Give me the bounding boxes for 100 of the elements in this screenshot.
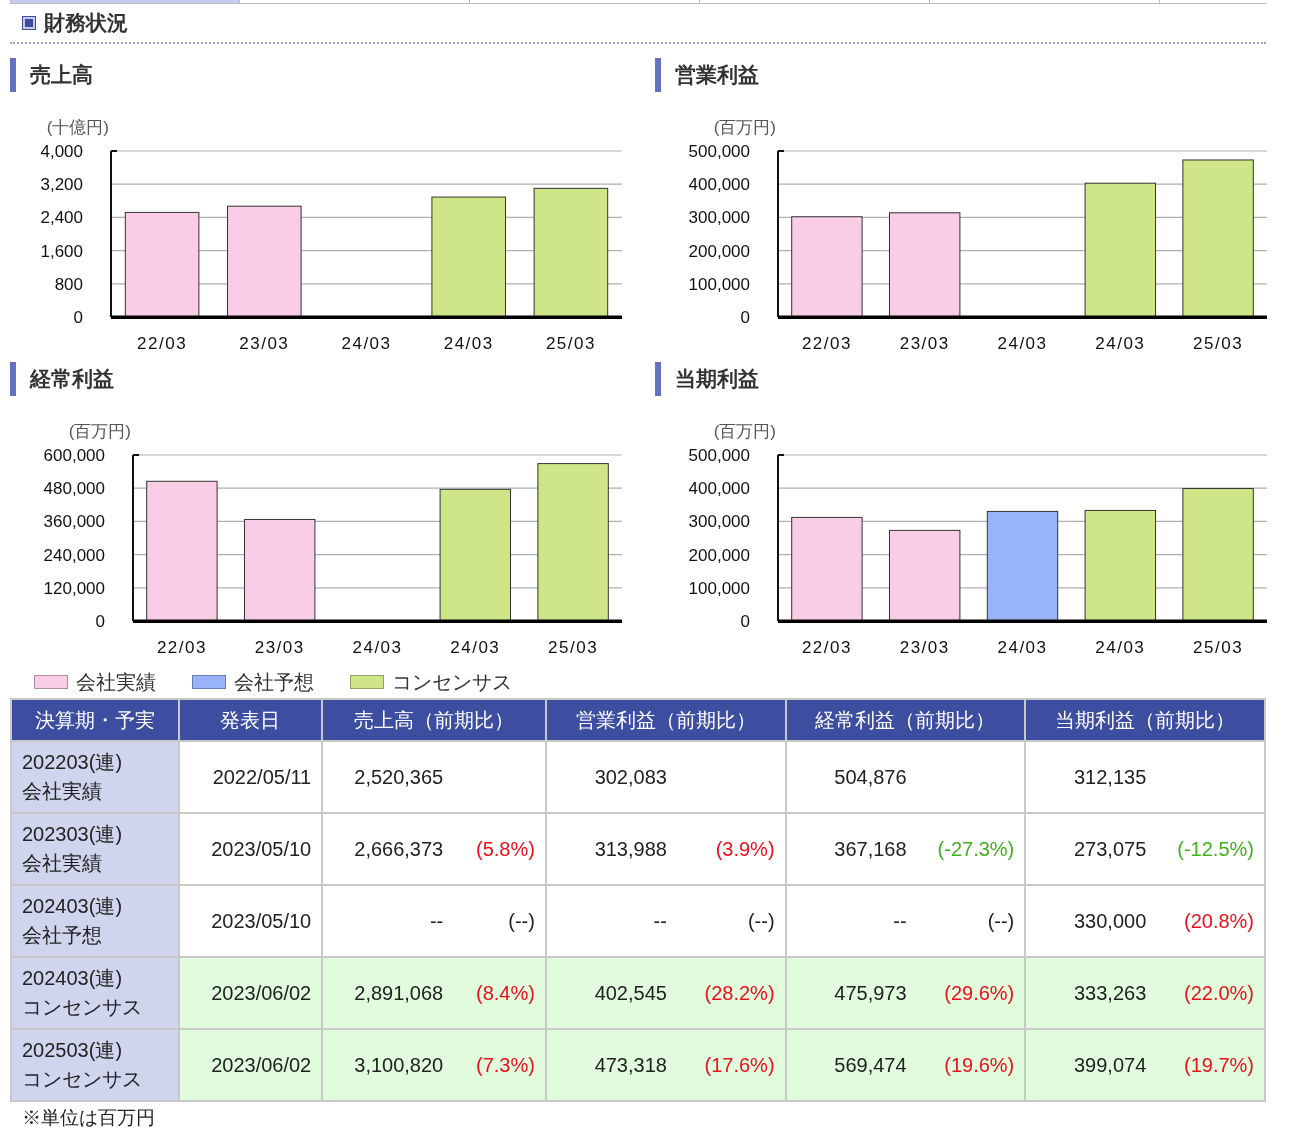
axis-unit-label: (百万円): [713, 118, 776, 137]
value-text: 367,168: [833, 837, 907, 862]
change-text: (19.6%): [943, 1053, 1015, 1078]
figure-type-label: 会社予想: [22, 923, 103, 948]
change-text: (8.4%): [475, 981, 535, 1006]
figure-type-label: コンセンサス: [22, 995, 143, 1020]
x-tick-label: 24/03: [1095, 638, 1146, 657]
value-text: 313,988: [593, 837, 667, 862]
value-text: 2,666,373: [353, 837, 444, 862]
legend-label: 会社予想: [234, 670, 314, 695]
change-text: (17.6%): [703, 1053, 775, 1078]
x-tick-label: 22/03: [137, 334, 188, 353]
axis-unit-label: (百万円): [713, 422, 776, 441]
x-tick-label: 24/03: [443, 334, 494, 353]
change-text: (-12.5%): [1176, 837, 1254, 862]
axis-unit-label: (百万円): [68, 422, 131, 441]
y-tick-label: 200,000: [688, 241, 750, 261]
x-tick-label: 23/03: [239, 334, 290, 353]
value-text: 330,000: [1072, 909, 1147, 934]
x-tick-label: 25/03: [1193, 334, 1244, 353]
period-label: 202203(連): [22, 750, 124, 775]
y-tick-label: 0: [740, 308, 750, 327]
period-label: 202403(連): [22, 966, 124, 991]
change-text: (29.6%): [943, 981, 1015, 1006]
title-bar: [10, 58, 16, 92]
y-tick-label: 500,000: [688, 446, 750, 465]
legend-label: コンセンサス: [392, 670, 512, 695]
value-text: 2,891,068: [353, 981, 444, 1006]
change-text: (3.9%): [714, 837, 775, 862]
x-tick-label: 24/03: [997, 638, 1048, 657]
chart-title: 営業利益: [675, 62, 759, 89]
change-text: (5.8%): [475, 837, 535, 862]
change-text: (20.8%): [1182, 909, 1254, 934]
value-text: 473,318: [593, 1053, 667, 1078]
x-tick-label: 24/03: [997, 334, 1048, 353]
value-text: 475,973: [833, 981, 907, 1006]
y-tick-label: 0: [740, 612, 750, 631]
chart-title: 経常利益: [30, 366, 114, 393]
value-text: --: [652, 909, 667, 934]
y-tick-label: 2,400: [40, 208, 83, 228]
y-tick-label: 0: [95, 612, 105, 631]
value-text: --: [428, 909, 444, 934]
figure-type-label: コンセンサス: [22, 1067, 143, 1092]
y-tick-label: 200,000: [688, 545, 750, 565]
value-text: 302,083: [593, 765, 667, 790]
y-tick-label: 100,000: [688, 578, 750, 598]
date-cell: 2023/06/02: [178, 1029, 323, 1101]
axis-unit-label: (十億円): [46, 118, 109, 137]
x-tick-label: 24/03: [1095, 334, 1146, 353]
x-tick-label: 23/03: [899, 334, 950, 353]
y-tick-label: 400,000: [688, 175, 750, 195]
y-tick-label: 800: [54, 274, 83, 294]
title-bar: [10, 362, 16, 396]
y-tick-label: 1,600: [40, 241, 83, 261]
change-text: (28.2%): [703, 981, 775, 1006]
y-tick-label: 480,000: [43, 479, 105, 499]
x-tick-label: 24/03: [352, 638, 403, 657]
y-tick-label: 120,000: [43, 578, 105, 598]
title-bar: [655, 362, 661, 396]
value-text: 2,520,365: [353, 765, 444, 790]
x-tick-label: 23/03: [254, 638, 305, 657]
x-tick-label: 22/03: [801, 334, 852, 353]
value-text: --: [892, 909, 907, 934]
value-text: 504,876: [833, 765, 907, 790]
value-text: 312,135: [1072, 765, 1147, 790]
change-text: (--): [986, 909, 1015, 934]
chart-title: 当期利益: [675, 366, 759, 393]
y-tick-label: 360,000: [43, 512, 105, 532]
y-tick-label: 4,000: [40, 142, 83, 161]
tab[interactable]: [10, 0, 240, 3]
change-text: (19.7%): [1182, 1053, 1254, 1078]
y-tick-label: 100,000: [688, 274, 750, 294]
column-header: 決算期・予実: [11, 699, 179, 741]
value-text: 402,545: [593, 981, 667, 1006]
value-text: 273,075: [1072, 837, 1147, 862]
change-text: (--): [746, 909, 775, 934]
y-tick-label: 300,000: [688, 512, 750, 532]
y-tick-label: 3,200: [40, 175, 83, 195]
column-header: 営業利益（前期比）: [545, 699, 786, 741]
figure-type-label: 会社実績: [22, 779, 103, 804]
change-text: (-27.3%): [936, 837, 1015, 862]
y-tick-label: 500,000: [688, 142, 750, 161]
x-tick-label: 23/03: [899, 638, 950, 657]
value-text: 333,263: [1072, 981, 1147, 1006]
change-text: (22.0%): [1182, 981, 1254, 1006]
y-tick-label: 400,000: [688, 479, 750, 499]
title-bar: [655, 58, 661, 92]
chart-title: 売上高: [30, 62, 93, 89]
figure-type-label: 会社実績: [22, 851, 103, 876]
change-text: (7.3%): [475, 1053, 535, 1078]
column-header: 経常利益（前期比）: [785, 699, 1026, 741]
x-tick-label: 25/03: [545, 334, 596, 353]
y-tick-label: 0: [73, 308, 83, 327]
period-label: 202303(連): [22, 822, 124, 847]
x-tick-label: 24/03: [341, 334, 392, 353]
y-tick-label: 240,000: [43, 545, 105, 565]
y-tick-label: 300,000: [688, 208, 750, 228]
footnote: ※単位は百万円: [22, 1106, 156, 1130]
column-header: 当期利益（前期比）: [1025, 699, 1265, 741]
value-text: 569,474: [833, 1053, 907, 1078]
